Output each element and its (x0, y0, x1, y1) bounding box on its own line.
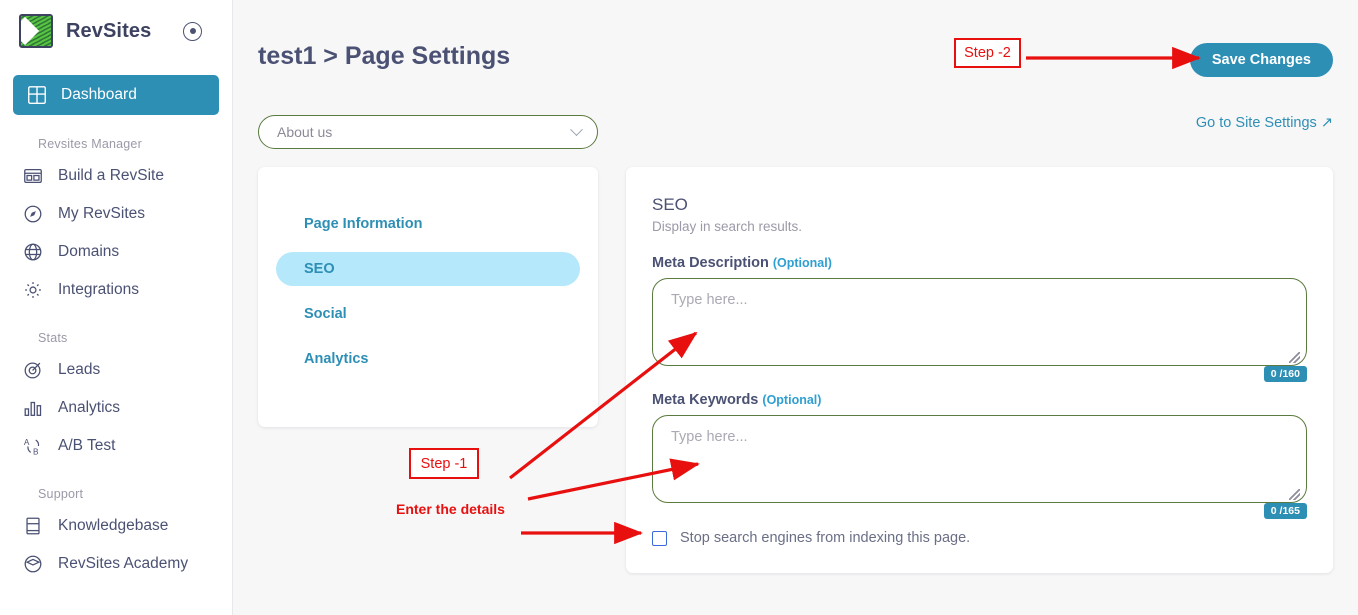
meta-keywords-wrap: 0 /165 (652, 415, 1307, 519)
sidebar-group-title-support: Support (38, 487, 84, 501)
svg-text:B: B (33, 447, 39, 456)
sidebar-item-label: Domains (58, 243, 120, 260)
gear-icon (25, 282, 41, 298)
meta-keywords-label-text: Meta Keywords (652, 392, 759, 408)
globe-icon (24, 243, 42, 261)
sidebar-item-label: A/B Test (58, 437, 116, 454)
brand-name: RevSites (66, 19, 152, 42)
meta-description-counter: 0 /160 (1263, 366, 1307, 382)
brand-row: RevSites (0, 0, 232, 62)
sidebar-item-integrations[interactable]: Integrations (0, 271, 232, 309)
sidebar-item-dashboard[interactable]: Dashboard (13, 75, 219, 115)
sidebar-item-knowledgebase[interactable]: Knowledgebase (0, 507, 232, 545)
chevron-down-icon (570, 122, 583, 136)
sidebar-item-domains[interactable]: Domains (0, 233, 232, 271)
book-icon (26, 517, 40, 535)
page-select-dropdown[interactable]: About us (258, 115, 598, 149)
meta-keywords-optional-tag: (Optional) (762, 393, 822, 407)
sidebar-item-label: My RevSites (58, 205, 145, 222)
target-icon (24, 362, 41, 379)
compass-icon (24, 205, 42, 223)
sidebar-item-ab-test[interactable]: A B A/B Test (0, 427, 232, 465)
meta-description-optional-tag: (Optional) (772, 256, 832, 270)
sidebar: RevSites Dashboard Revsites Manager Buil… (0, 0, 233, 615)
section-item-social[interactable]: Social (276, 297, 580, 331)
section-item-page-information[interactable]: Page Information (276, 207, 580, 241)
browser-layout-icon (24, 168, 42, 184)
seo-panel: SEO Display in search results. Meta Desc… (626, 167, 1333, 573)
annotation-step1-box: Step -1 (409, 448, 479, 479)
meta-description-wrap: 0 /160 (652, 278, 1307, 382)
dashboard-grid-icon (28, 86, 46, 104)
sidebar-item-build-a-revsite[interactable]: Build a RevSite (0, 157, 232, 195)
annotation-step1-note: Enter the details (396, 501, 505, 517)
settings-sections-card: Page Information SEO Social Analytics (258, 167, 598, 427)
sidebar-item-label: Analytics (58, 399, 121, 416)
meta-keywords-counter: 0 /165 (1263, 503, 1307, 519)
sidebar-item-my-revsites[interactable]: My RevSites (0, 195, 232, 233)
sidebar-item-label: Dashboard (61, 86, 137, 103)
sidebar-item-label: Integrations (58, 281, 139, 298)
sidebar-item-label: Knowledgebase (58, 517, 169, 534)
noindex-row: Stop search engines from indexing this p… (652, 530, 1307, 546)
seo-subheading: Display in search results. (652, 219, 803, 234)
page-title: test1 > Page Settings (258, 42, 511, 70)
section-item-analytics[interactable]: Analytics (276, 342, 580, 376)
collapse-toggle-icon[interactable] (183, 21, 203, 41)
sidebar-group-title-manager: Revsites Manager (38, 137, 142, 151)
meta-description-input[interactable] (652, 278, 1307, 366)
sidebar-item-revsites-academy[interactable]: RevSites Academy (0, 545, 232, 583)
main-content: test1 > Page Settings Save Changes Go to… (233, 0, 1358, 615)
sidebar-item-label: RevSites Academy (58, 555, 189, 572)
meta-keywords-label: Meta Keywords (Optional) (652, 392, 1307, 408)
noindex-checkbox[interactable] (652, 530, 667, 546)
ab-test-icon: A B (24, 438, 40, 456)
svg-text:A: A (24, 438, 30, 447)
app-root: RevSites Dashboard Revsites Manager Buil… (0, 0, 1358, 615)
noindex-label: Stop search engines from indexing this p… (680, 530, 971, 546)
revsites-logo-icon (19, 14, 53, 48)
section-item-seo[interactable]: SEO (276, 252, 580, 286)
page-select-value: About us (277, 124, 333, 140)
sidebar-item-analytics[interactable]: Analytics (0, 389, 232, 427)
external-link-arrow-icon: ↗ (1320, 115, 1333, 131)
meta-description-label: Meta Description (Optional) (652, 255, 1307, 271)
seo-heading: SEO (652, 195, 688, 214)
sidebar-item-label: Build a RevSite (58, 167, 164, 184)
sidebar-item-leads[interactable]: Leads (0, 351, 232, 389)
sidebar-group-title-stats: Stats (38, 331, 68, 345)
sidebar-item-label: Leads (58, 361, 101, 378)
bar-chart-icon (24, 401, 42, 416)
annotation-step2-box: Step -2 (954, 38, 1021, 68)
save-changes-button[interactable]: Save Changes (1189, 43, 1333, 77)
meta-description-label-text: Meta Description (652, 255, 769, 271)
graduation-icon (24, 555, 42, 573)
meta-keywords-input[interactable] (652, 415, 1307, 503)
go-to-site-settings-label: Go to Site Settings (1195, 115, 1317, 131)
go-to-site-settings-link[interactable]: Go to Site Settings ↗ (1196, 115, 1333, 131)
